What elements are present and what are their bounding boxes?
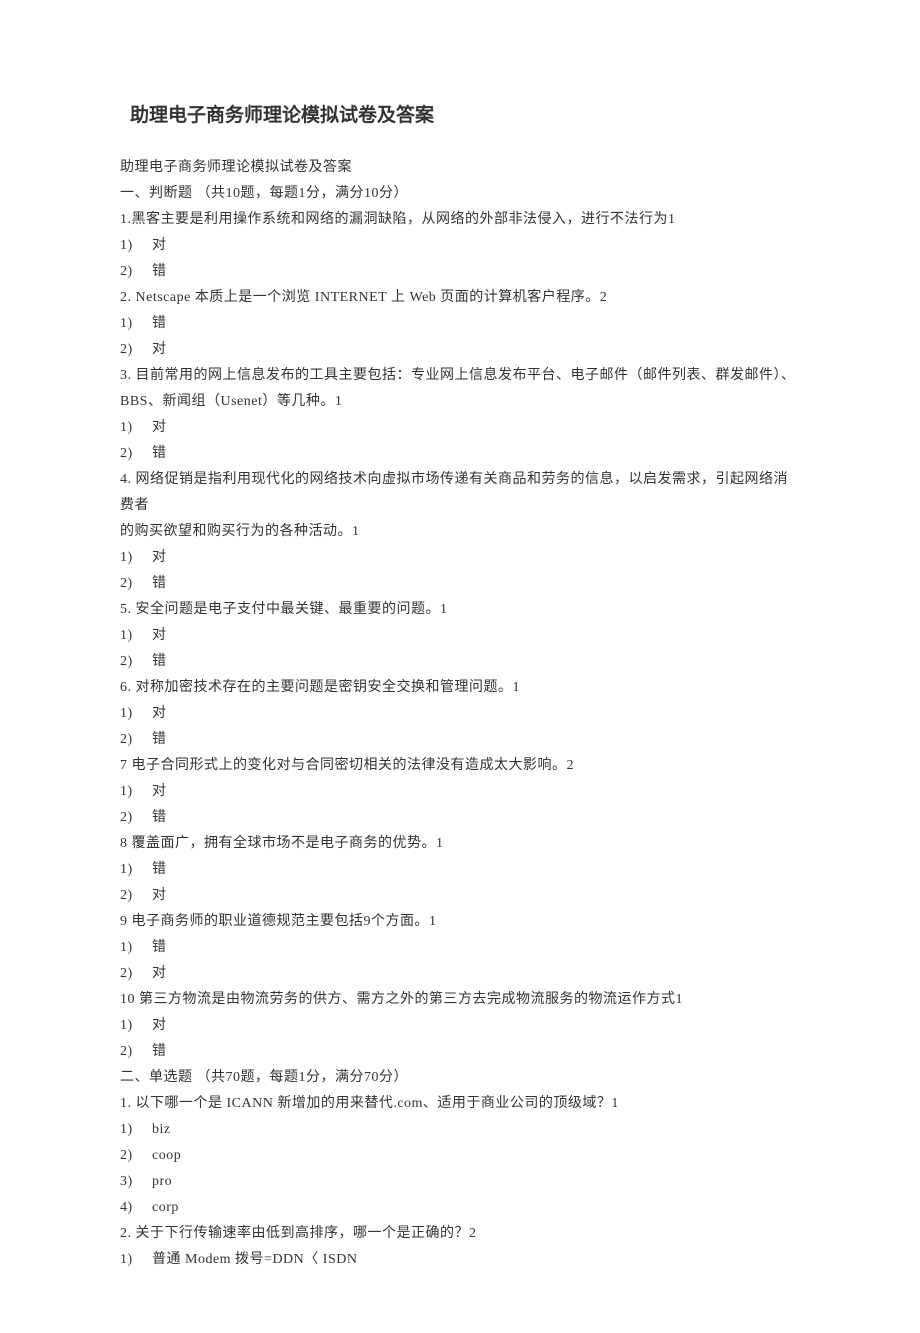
option-text: 错 [152, 264, 167, 279]
q10-option-2: 2)错 [120, 1039, 800, 1065]
option-text: pro [152, 1174, 172, 1189]
s2q1-option-3: 3)pro [120, 1169, 800, 1195]
option-number: 2) [120, 805, 152, 831]
option-number: 1) [120, 311, 152, 337]
option-number: 2) [120, 571, 152, 597]
option-number: 1) [120, 935, 152, 961]
s2q1-option-1: 1)biz [120, 1117, 800, 1143]
option-number: 3) [120, 1169, 152, 1195]
option-number: 1) [120, 545, 152, 571]
option-text: 错 [152, 446, 167, 461]
q4-option-1: 1)对 [120, 545, 800, 571]
q9-option-1: 1)错 [120, 935, 800, 961]
q8-option-1: 1)错 [120, 857, 800, 883]
question-3-line2: BBS、新闻组（Usenet）等几种。1 [120, 389, 800, 415]
option-number: 2) [120, 1039, 152, 1065]
option-text: 对 [152, 342, 167, 357]
question-9: 9 电子商务师的职业道德规范主要包括9个方面。1 [120, 909, 800, 935]
question-7: 7 电子合同形式上的变化对与合同密切相关的法律没有造成太大影响。2 [120, 753, 800, 779]
question-3-line1: 3. 目前常用的网上信息发布的工具主要包括：专业网上信息发布平台、电子邮件（邮件… [120, 363, 800, 389]
option-text: 错 [152, 576, 167, 591]
option-text: 错 [152, 862, 167, 877]
option-text: 对 [152, 706, 167, 721]
option-number: 1) [120, 701, 152, 727]
q5-option-2: 2)错 [120, 649, 800, 675]
option-number: 2) [120, 441, 152, 467]
option-number: 1) [120, 779, 152, 805]
option-text: coop [152, 1148, 181, 1163]
section1-header: 一、判断题 （共10题，每题1分，满分10分） [120, 181, 800, 207]
question-2: 2. Netscape 本质上是一个浏览 INTERNET 上 Web 页面的计… [120, 285, 800, 311]
question-4-line2: 的购买欲望和购买行为的各种活动。1 [120, 519, 800, 545]
q5-option-1: 1)对 [120, 623, 800, 649]
question-8: 8 覆盖面广，拥有全球市场不是电子商务的优势。1 [120, 831, 800, 857]
option-number: 2) [120, 727, 152, 753]
q7-option-1: 1)对 [120, 779, 800, 805]
q6-option-1: 1)对 [120, 701, 800, 727]
q2-option-2: 2)对 [120, 337, 800, 363]
option-number: 2) [120, 883, 152, 909]
option-text: 错 [152, 732, 167, 747]
q10-option-1: 1)对 [120, 1013, 800, 1039]
option-text: 对 [152, 966, 167, 981]
option-text: 对 [152, 784, 167, 799]
question-6: 6. 对称加密技术存在的主要问题是密钥安全交换和管理问题。1 [120, 675, 800, 701]
s2-question-2: 2. 关于下行传输速率由低到高排序，哪一个是正确的？2 [120, 1221, 800, 1247]
option-number: 2) [120, 1143, 152, 1169]
option-number: 1) [120, 415, 152, 441]
option-text: 对 [152, 420, 167, 435]
option-text: 错 [152, 810, 167, 825]
q1-option-1: 1)对 [120, 233, 800, 259]
question-4-line1: 4. 网络促销是指利用现代化的网络技术向虚拟市场传递有关商品和劳务的信息，以启发… [120, 467, 800, 519]
option-number: 2) [120, 337, 152, 363]
s2q1-option-4: 4)corp [120, 1195, 800, 1221]
s2q1-option-2: 2)coop [120, 1143, 800, 1169]
question-1: 1.黑客主要是利用操作系统和网络的漏洞缺陷，从网络的外部非法侵入，进行不法行为1 [120, 207, 800, 233]
q3-option-1: 1)对 [120, 415, 800, 441]
option-text: 错 [152, 654, 167, 669]
option-number: 1) [120, 233, 152, 259]
option-text: corp [152, 1200, 179, 1215]
option-number: 2) [120, 649, 152, 675]
option-text: 错 [152, 316, 167, 331]
q6-option-2: 2)错 [120, 727, 800, 753]
option-number: 1) [120, 1013, 152, 1039]
option-number: 2) [120, 259, 152, 285]
option-text: 对 [152, 628, 167, 643]
option-text: 对 [152, 1018, 167, 1033]
subtitle-line: 助理电子商务师理论模拟试卷及答案 [120, 155, 800, 181]
q8-option-2: 2)对 [120, 883, 800, 909]
option-number: 1) [120, 623, 152, 649]
question-5: 5. 安全问题是电子支付中最关键、最重要的问题。1 [120, 597, 800, 623]
option-text: 对 [152, 238, 167, 253]
q1-option-2: 2)错 [120, 259, 800, 285]
q4-option-2: 2)错 [120, 571, 800, 597]
s2-question-1: 1. 以下哪一个是 ICANN 新增加的用来替代.com、适用于商业公司的顶级域… [120, 1091, 800, 1117]
option-text: 错 [152, 1044, 167, 1059]
q7-option-2: 2)错 [120, 805, 800, 831]
option-text: biz [152, 1122, 171, 1137]
option-text: 错 [152, 940, 167, 955]
option-number: 4) [120, 1195, 152, 1221]
page-title: 助理电子商务师理论模拟试卷及答案 [130, 100, 800, 127]
option-number: 1) [120, 857, 152, 883]
q9-option-2: 2)对 [120, 961, 800, 987]
s2q2-option-1: 1)普通 Modem 拨号=DDN〈 ISDN [120, 1247, 800, 1273]
option-text: 普通 Modem 拨号=DDN〈 ISDN [152, 1252, 357, 1267]
question-10: 10 第三方物流是由物流劳务的供方、需方之外的第三方去完成物流服务的物流运作方式… [120, 987, 800, 1013]
q3-option-2: 2)错 [120, 441, 800, 467]
option-number: 1) [120, 1247, 152, 1273]
section2-header: 二、单选题 （共70题，每题1分，满分70分） [120, 1065, 800, 1091]
option-number: 1) [120, 1117, 152, 1143]
option-number: 2) [120, 961, 152, 987]
q2-option-1: 1)错 [120, 311, 800, 337]
option-text: 对 [152, 550, 167, 565]
option-text: 对 [152, 888, 167, 903]
